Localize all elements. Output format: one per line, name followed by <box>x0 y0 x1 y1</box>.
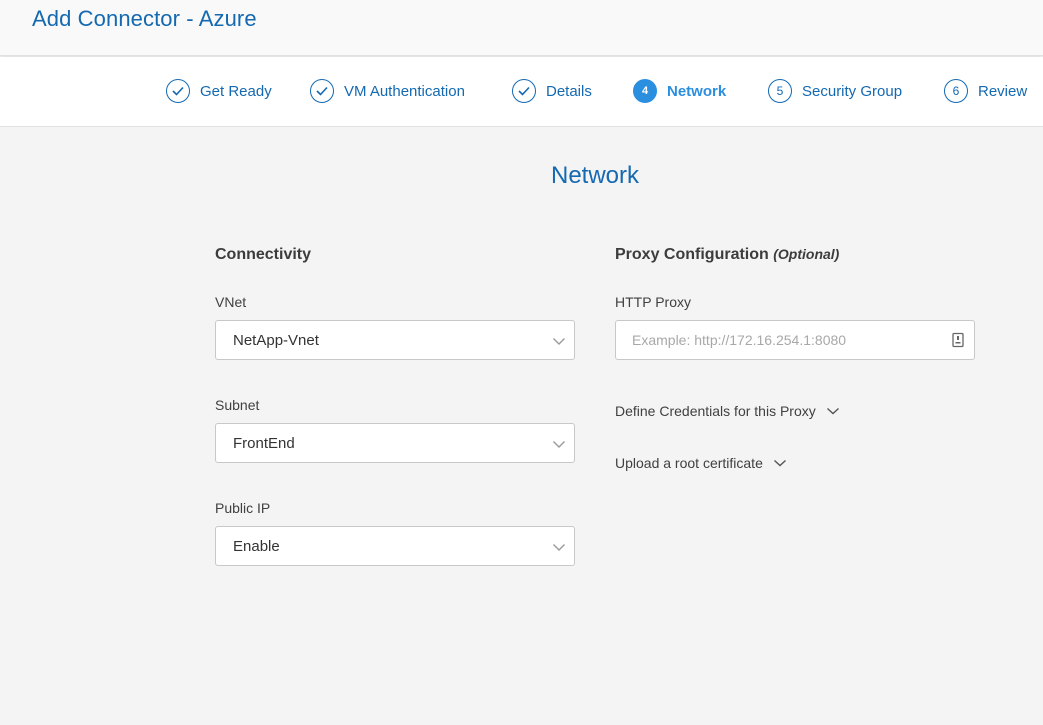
upload-root-certificate-toggle[interactable]: Upload a root certificate <box>615 455 787 471</box>
vnet-select[interactable]: NetApp-Vnet <box>215 320 575 360</box>
step-details[interactable]: Details <box>512 79 592 103</box>
clipboard-icon[interactable] <box>951 332 965 348</box>
wizard-stepper: Get Ready VM Authentication Details 4 Ne… <box>0 57 1043 127</box>
step-get-ready[interactable]: Get Ready <box>166 79 272 103</box>
page-header-title: Add Connector - Azure <box>32 6 257 31</box>
chevron-down-icon <box>553 544 565 551</box>
step-number: 5 <box>768 79 792 103</box>
upload-certificate-label: Upload a root certificate <box>615 455 763 471</box>
step-number: 6 <box>944 79 968 103</box>
step-vm-authentication[interactable]: VM Authentication <box>310 79 465 103</box>
check-icon <box>310 79 334 103</box>
proxy-title-text: Proxy Configuration <box>615 246 769 263</box>
subnet-select[interactable]: FrontEnd <box>215 423 575 463</box>
http-proxy-label: HTTP Proxy <box>615 294 691 310</box>
subnet-value: FrontEnd <box>233 435 295 452</box>
optional-tag: (Optional) <box>773 246 840 262</box>
step-label: Details <box>546 82 592 100</box>
step-label: VM Authentication <box>344 82 465 100</box>
step-label: Network <box>667 82 727 100</box>
step-security-group[interactable]: 5 Security Group <box>768 79 902 103</box>
step-review[interactable]: 6 Review <box>944 79 1027 103</box>
public-ip-label: Public IP <box>215 500 271 516</box>
section-title: Network <box>550 162 640 189</box>
connectivity-title: Connectivity <box>215 246 312 263</box>
chevron-down-icon <box>826 407 839 415</box>
step-number: 4 <box>633 79 657 103</box>
http-proxy-field <box>615 320 975 360</box>
check-icon <box>512 79 536 103</box>
check-icon <box>166 79 190 103</box>
define-credentials-label: Define Credentials for this Proxy <box>615 403 816 419</box>
vnet-value: NetApp-Vnet <box>233 332 319 349</box>
step-label: Get Ready <box>200 82 272 100</box>
step-label: Review <box>978 82 1028 100</box>
http-proxy-input[interactable] <box>617 322 937 358</box>
define-credentials-toggle[interactable]: Define Credentials for this Proxy <box>615 403 840 419</box>
chevron-down-icon <box>773 459 786 467</box>
proxy-configuration-title: Proxy Configuration (Optional) <box>615 246 839 264</box>
chevron-down-icon <box>553 338 565 345</box>
chevron-down-icon <box>553 441 565 448</box>
step-network[interactable]: 4 Network <box>633 79 726 103</box>
step-label: Security Group <box>802 82 903 100</box>
public-ip-select[interactable]: Enable <box>215 526 575 566</box>
header-bar: Add Connector - Azure <box>0 0 1043 56</box>
vnet-label: VNet <box>215 294 247 310</box>
public-ip-value: Enable <box>233 538 280 555</box>
subnet-label: Subnet <box>215 397 260 413</box>
